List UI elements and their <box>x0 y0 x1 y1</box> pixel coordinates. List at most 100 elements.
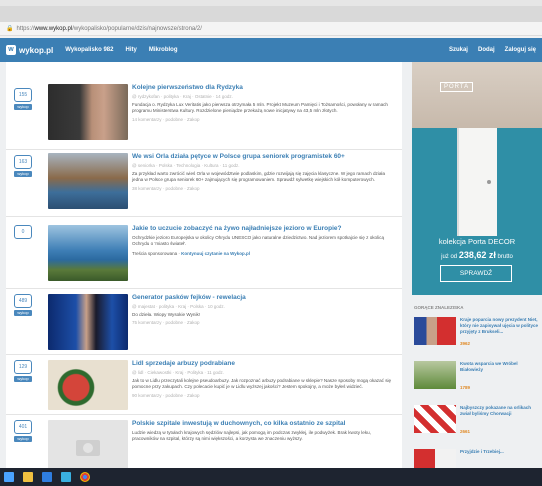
ad-price-prefix: już od <box>441 254 458 260</box>
tab-strip <box>0 6 542 22</box>
site-logo[interactable]: w wykop.pl <box>6 45 53 55</box>
site-navbar: w wykop.pl Wykopalisko 982 Hity Mikroblo… <box>0 38 542 62</box>
sidebar-item[interactable]: Kraje poparcia nowy prezydent Niet, któr… <box>412 317 542 354</box>
thumbnail[interactable] <box>48 153 128 209</box>
url-prefix: https:// <box>16 26 35 32</box>
vote-box: 401 wykop <box>14 420 32 442</box>
item-body: Generator pasków fejków - rewelacja @ ma… <box>132 294 396 325</box>
item-title[interactable]: Jakie to uczucie zobaczyć na żywo najład… <box>132 225 396 233</box>
wykop-button[interactable]: wykop <box>14 436 32 442</box>
item-title[interactable]: Kolejne pierwszeństwo dla Rydzyka <box>132 84 396 92</box>
sidebar-item-count: 2661 <box>460 429 471 434</box>
item-title[interactable]: We wsi Orla działa pętyce w Polsce grupa… <box>132 153 396 161</box>
list-item: 489 wykop Generator pasków fejków - rewe… <box>6 289 402 355</box>
url-path: /wykopalisko/popularne/dzis/najnowsze/st… <box>72 26 202 32</box>
thumbnail[interactable] <box>48 225 128 281</box>
wykop-button[interactable]: wykop <box>14 104 32 110</box>
thumbnail[interactable] <box>48 294 128 350</box>
list-item: 155 wykop Kolejne pierwszeństwo dla Rydz… <box>6 62 402 150</box>
item-title[interactable]: Lidl sprzedaje arbuzy podrabiane <box>132 360 396 368</box>
sidebar-item[interactable]: Najbyszczy pokazane na orlikach zwiał by… <box>412 405 542 442</box>
vote-box: 0 <box>14 225 32 239</box>
vote-count[interactable]: 129 <box>14 360 32 374</box>
login-link[interactable]: Zaloguj się <box>505 47 536 53</box>
add-link[interactable]: Dodaj <box>478 47 495 53</box>
vote-count[interactable]: 163 <box>14 155 32 169</box>
vote-count[interactable]: 489 <box>14 294 32 308</box>
item-stats[interactable]: 75 komentarzy · podobne · Zakop <box>132 320 396 325</box>
sponsored-link[interactable]: Kontynuuj czytanie na Wykop.pl <box>181 251 250 256</box>
item-meta: @ majestat · polityka · Kraj · Polska · … <box>132 304 225 309</box>
item-stats[interactable]: 38 komentarzy · podobne · Zakop <box>132 186 396 191</box>
wykop-button[interactable]: wykop <box>14 376 32 382</box>
ad-price-suffix: brutto <box>497 254 513 260</box>
nav-link-hity[interactable]: Hity <box>125 47 136 53</box>
file-explorer-icon[interactable] <box>23 472 33 482</box>
os-taskbar <box>0 468 542 486</box>
item-description: Do dzieła. Wiopy Wysokie Wynik! <box>132 312 201 317</box>
sidebar: PORTA kolekcja Porta DECOR już od 238,62… <box>412 62 542 478</box>
url-host: www.wykop.pl <box>34 26 73 32</box>
ad-headline: kolekcja Porta DECOR <box>438 237 516 246</box>
item-description: Fundacja o. Rydzyka Lux Veritatis jako p… <box>132 102 388 114</box>
list-item: 0 Jakie to uczucie zobaczyć na żywo najł… <box>6 217 402 289</box>
ad-brand: PORTA <box>440 82 474 92</box>
sidebar-item-count: 1789 <box>460 385 471 390</box>
item-body: Jakie to uczucie zobaczyć na żywo najład… <box>132 225 396 256</box>
logo-icon: w <box>6 45 16 55</box>
thumbnail[interactable] <box>48 360 128 410</box>
vote-box: 129 wykop <box>14 360 32 382</box>
vote-count[interactable]: 0 <box>14 225 32 239</box>
door-image <box>457 128 497 236</box>
sidebar-item-count: 3962 <box>460 341 471 346</box>
item-meta: @ rydzykofan · polityka · Kraj · Ostatni… <box>132 94 233 99</box>
list-item: 163 wykop We wsi Orla działa pętyce w Po… <box>6 150 402 217</box>
nav-right: Szukaj Dodaj Zaloguj się <box>439 47 536 53</box>
sidebar-thumbnail <box>414 405 456 433</box>
item-description: Ludzie wiedzą w tytułach krajowych sędzi… <box>132 430 371 442</box>
item-stats[interactable]: 14 komentarzy · podobne · Zakop <box>132 117 396 122</box>
ad-cta-button[interactable]: SPRAWDŹ <box>440 265 512 282</box>
sponsored-line: Treścia sponsorowana · Kontynuuj czytani… <box>132 251 396 256</box>
chrome-icon[interactable] <box>80 472 90 482</box>
search-link[interactable]: Szukaj <box>449 47 468 53</box>
address-bar[interactable]: 🔒 https://www.wykop.pl/wykopalisko/popula… <box>0 22 542 36</box>
list-item: 401 wykop Polskie szpitale inwestują w d… <box>6 415 402 468</box>
advertisement[interactable]: PORTA kolekcja Porta DECOR już od 238,62… <box>412 62 542 295</box>
vote-count[interactable]: 155 <box>14 88 32 102</box>
vote-box: 489 wykop <box>14 294 32 316</box>
wykop-button[interactable]: wykop <box>14 310 32 316</box>
item-meta: @ seniorka · Polska · Technologia · Kult… <box>132 163 240 168</box>
item-description: Jak to w Lidlu przeczytali kolejne pseud… <box>132 378 392 390</box>
logo-text: wykop.pl <box>19 45 54 55</box>
wykop-button[interactable]: wykop <box>14 171 32 177</box>
vote-count[interactable]: 401 <box>14 420 32 434</box>
sponsored-label: Treścia sponsorowana · <box>132 250 180 256</box>
item-body: Kolejne pierwszeństwo dla Rydzyka @ rydz… <box>132 84 396 122</box>
item-title[interactable]: Generator pasków fejków - rewelacja <box>132 294 396 302</box>
nav-link-mikroblog[interactable]: Mikroblog <box>149 47 178 53</box>
ad-image <box>412 62 542 128</box>
camera-icon <box>76 440 100 456</box>
sidebar-item-title[interactable]: Kraje poparcia nowy prezydent Niet, któr… <box>460 317 540 335</box>
browser-top: 🔒 https://www.wykop.pl/wykopalisko/popula… <box>0 0 542 36</box>
sidebar-item-title[interactable]: Najbyszczy pokazane na orlikach zwiał by… <box>460 405 540 417</box>
start-icon[interactable] <box>4 472 14 482</box>
app-icon[interactable] <box>61 472 71 482</box>
item-body: Polskie szpitale inwestują w duchownych,… <box>132 420 396 443</box>
sidebar-item-title[interactable]: Kwota wsparcia we Wróbel Białowieży <box>460 361 540 373</box>
ad-price-line: już od 238,62 zł brutto <box>412 250 542 260</box>
sidebar-item[interactable]: Kwota wsparcia we Wróbel Białowieży 1789 <box>412 361 542 398</box>
door-handle <box>487 180 491 184</box>
thumbnail[interactable] <box>48 84 128 140</box>
item-title[interactable]: Polskie szpitale inwestują w duchownych,… <box>132 420 396 428</box>
sidebar-thumbnail <box>414 361 456 389</box>
browser-icon[interactable] <box>42 472 52 482</box>
item-body: Lidl sprzedaje arbuzy podrabiane @ lidl … <box>132 360 396 398</box>
thumbnail[interactable] <box>48 420 128 468</box>
sidebar-item-title[interactable]: Przyjdzie i Trzebiej... <box>460 449 540 455</box>
list-item: 129 wykop Lidl sprzedaje arbuzy podrabia… <box>6 355 402 415</box>
nav-link-wykopalisko[interactable]: Wykopalisko 982 <box>65 47 113 53</box>
item-stats[interactable]: 90 komentarzy · podobne · Zakop <box>132 393 396 398</box>
item-body: We wsi Orla działa pętyce w Polsce grupa… <box>132 153 396 191</box>
